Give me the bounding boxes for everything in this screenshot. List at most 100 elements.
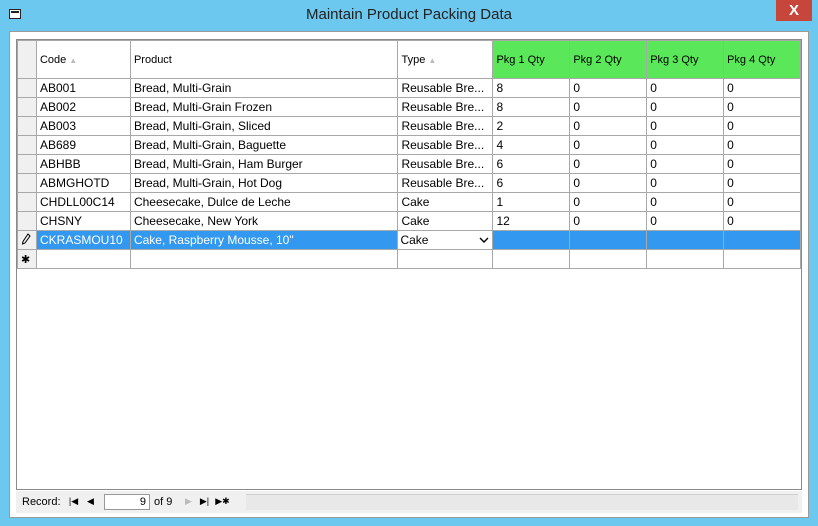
cell-pkg2[interactable]: 0 [569,192,648,212]
cell-pkg1[interactable] [492,249,571,269]
cell-pkg1[interactable]: 12 [492,211,571,231]
cell-pkg2[interactable]: 0 [569,211,648,231]
cell-pkg2[interactable]: 0 [569,116,648,136]
cell-pkg1[interactable]: 8 [492,78,571,98]
select-all-corner[interactable] [17,40,37,79]
cell-type[interactable] [397,249,494,269]
cell-pkg2[interactable]: 0 [569,173,648,193]
column-header-code[interactable]: Code ▲ [35,40,131,79]
cell-pkg3[interactable]: 0 [646,97,725,117]
cell-product[interactable]: Cheesecake, Dulce de Leche [129,192,399,212]
cell-product[interactable]: Bread, Multi-Grain [129,78,399,98]
cell-pkg2[interactable] [569,249,648,269]
cell-pkg4[interactable]: 0 [723,211,801,231]
cell-type[interactable]: Reusable Bre... [397,116,494,136]
cell-type[interactable]: Reusable Bre... [397,97,494,117]
cell-code[interactable]: CHDLL00C14 [35,192,131,212]
cell-pkg1[interactable]: 4 [492,135,571,155]
cell-pkg2[interactable]: 0 [569,135,648,155]
cell-pkg1[interactable]: 2 [492,116,571,136]
cell-pkg2[interactable]: 0 [569,154,648,174]
column-header-label: Type [401,53,426,66]
cell-code[interactable] [35,249,131,269]
record-number-input[interactable]: 9 [104,494,150,510]
cell-pkg1[interactable]: 6 [492,154,571,174]
cell-code[interactable]: CKRASMOU10 [35,230,131,250]
previous-record-icon[interactable]: ◀ [83,494,98,509]
cell-product[interactable]: Bread, Multi-Grain, Sliced [129,116,399,136]
cell-pkg3[interactable]: 0 [646,192,725,212]
cell-pkg2[interactable]: 0 [569,97,648,117]
cell-type[interactable]: Reusable Bre... [397,173,494,193]
title-bar[interactable]: Maintain Product Packing Data X [0,0,818,31]
close-button[interactable]: X [776,0,812,21]
row-selector[interactable] [17,78,37,98]
cell-pkg3[interactable] [646,249,725,269]
cell-pkg4[interactable]: 0 [723,97,801,117]
cell-product[interactable]: Cheesecake, New York [129,211,399,231]
app-window: Maintain Product Packing Data X Code ▲ Pr… [0,0,818,526]
column-header-pkg1[interactable]: Pkg 1 Qty [492,40,571,79]
column-header-pkg3[interactable]: Pkg 3 Qty [646,40,725,79]
cell-pkg2[interactable]: 0 [569,78,648,98]
cell-product[interactable]: Bread, Multi-Grain, Hot Dog [129,173,399,193]
cell-pkg4[interactable]: 0 [723,116,801,136]
cell-pkg3[interactable]: 0 [646,173,725,193]
row-selector[interactable] [17,97,37,117]
cell-pkg4[interactable]: 0 [723,173,801,193]
cell-code[interactable]: CHSNY [35,211,131,231]
cell-pkg3[interactable]: 0 [646,154,725,174]
column-header-pkg4[interactable]: Pkg 4 Qty [723,40,801,79]
cell-pkg4[interactable]: 0 [723,78,801,98]
type-combobox[interactable]: Cake [397,230,494,250]
row-selector[interactable] [17,192,37,212]
cell-pkg2[interactable] [569,230,648,250]
column-header-product[interactable]: Product [129,40,399,79]
cell-pkg1[interactable]: 1 [492,192,571,212]
cell-pkg4[interactable]: 0 [723,135,801,155]
horizontal-scrollbar[interactable] [246,494,798,510]
row-selector[interactable] [17,116,37,136]
cell-pkg3[interactable]: 0 [646,116,725,136]
cell-product[interactable]: Bread, Multi-Grain, Ham Burger [129,154,399,174]
cell-pkg1[interactable]: 6 [492,173,571,193]
column-header-pkg2[interactable]: Pkg 2 Qty [569,40,648,79]
cell-pkg4[interactable]: 0 [723,154,801,174]
cell-code[interactable]: AB001 [35,78,131,98]
next-record-icon[interactable]: ▶ [181,494,196,509]
cell-pkg3[interactable] [646,230,725,250]
last-record-icon[interactable]: ▶| [197,494,212,509]
cell-pkg3[interactable]: 0 [646,211,725,231]
cell-product[interactable]: Bread, Multi-Grain, Baguette [129,135,399,155]
first-record-icon[interactable]: |◀ [66,494,81,509]
cell-type[interactable]: Reusable Bre... [397,78,494,98]
row-selector[interactable] [17,135,37,155]
row-selector-editing[interactable] [17,230,37,250]
cell-pkg3[interactable]: 0 [646,135,725,155]
cell-type[interactable]: Cake [397,211,494,231]
cell-code[interactable]: AB003 [35,116,131,136]
cell-product[interactable]: Cake, Raspberry Mousse, 10" [129,230,399,250]
cell-product[interactable] [129,249,399,269]
cell-pkg4[interactable] [723,249,801,269]
row-selector[interactable] [17,154,37,174]
row-selector[interactable] [17,173,37,193]
cell-pkg1[interactable] [492,230,571,250]
cell-code[interactable]: ABMGHOTD [35,173,131,193]
cell-type[interactable]: Cake [397,192,494,212]
cell-code[interactable]: AB689 [35,135,131,155]
cell-code[interactable]: ABHBB [35,154,131,174]
new-record-button-icon[interactable]: ▶✱ [215,494,230,509]
cell-pkg1[interactable]: 8 [492,97,571,117]
cell-pkg4[interactable]: 0 [723,192,801,212]
column-header-type[interactable]: Type ▲ [397,40,494,79]
row-selector[interactable] [17,211,37,231]
chevron-down-icon[interactable] [479,235,489,245]
cell-type[interactable]: Reusable Bre... [397,154,494,174]
cell-type[interactable]: Reusable Bre... [397,135,494,155]
cell-pkg4[interactable] [723,230,801,250]
cell-code[interactable]: AB002 [35,97,131,117]
new-record-icon[interactable]: ✱ [17,249,37,269]
cell-product[interactable]: Bread, Multi-Grain Frozen [129,97,399,117]
cell-pkg3[interactable]: 0 [646,78,725,98]
